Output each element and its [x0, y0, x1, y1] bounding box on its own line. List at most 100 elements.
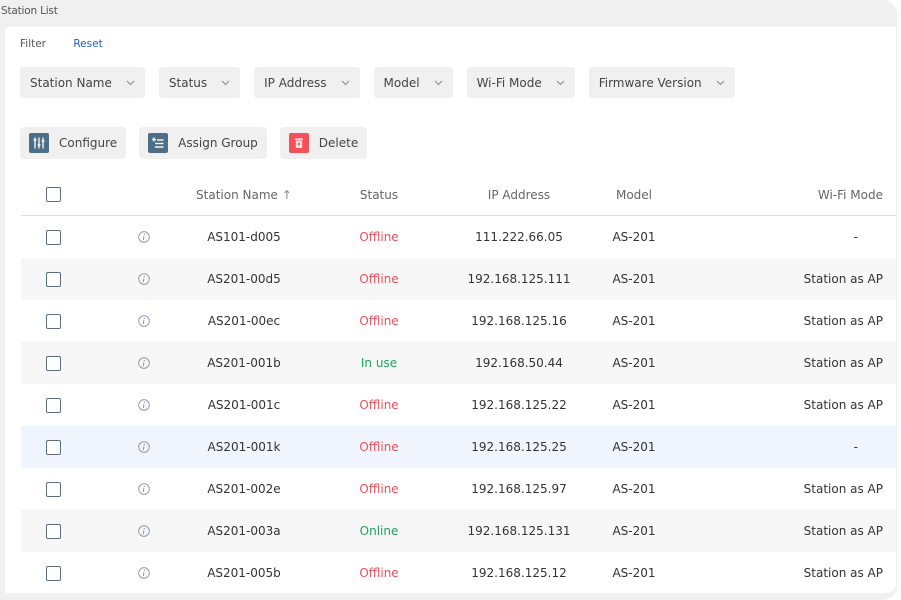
info-icon[interactable]	[138, 525, 150, 537]
info-icon[interactable]	[138, 273, 150, 285]
filter-dropdowns: Station Name Status IP Address Model Wi-…	[20, 67, 749, 98]
table-row[interactable]: AS201-001k Offline 192.168.125.25 AS-201…	[21, 426, 896, 468]
info-icon[interactable]	[138, 567, 150, 579]
row-checkbox[interactable]	[46, 271, 61, 287]
model-cell: AS-201	[612, 524, 656, 538]
station-list-container: Station List Filter Reset Station Name S…	[0, 0, 897, 600]
model-cell: AS-201	[612, 272, 656, 286]
filter-status-dropdown[interactable]: Status	[158, 67, 241, 98]
info-icon[interactable]	[138, 315, 150, 327]
table-row[interactable]: AS201-00ec Offline 192.168.125.16 AS-201…	[21, 300, 896, 342]
model-cell: AS-201	[612, 440, 656, 454]
row-checkbox[interactable]	[46, 313, 61, 329]
status-cell: Offline	[359, 398, 399, 412]
dropdown-label: Firmware Version	[598, 75, 702, 90]
row-checkbox[interactable]	[46, 439, 61, 455]
status-cell: Offline	[359, 272, 399, 286]
wifi-mode-cell: -	[853, 440, 858, 454]
ip-address-cell: 192.168.125.12	[471, 566, 567, 580]
filter-model-dropdown[interactable]: Model	[373, 67, 453, 98]
sliders-icon	[29, 133, 49, 153]
table-header: Station Name ↑ Status IP Address Model Wi…	[21, 174, 896, 216]
filter-wifi-mode-dropdown[interactable]: Wi-Fi Mode	[466, 67, 575, 98]
station-name-cell: AS201-005b	[207, 566, 281, 580]
model-cell: AS-201	[612, 314, 656, 328]
ip-address-cell: 192.168.125.22	[471, 398, 567, 412]
wifi-mode-cell: -	[853, 230, 858, 244]
table-row[interactable]: AS201-00d5 Offline 192.168.125.111 AS-20…	[21, 258, 896, 300]
status-cell: Offline	[359, 566, 399, 580]
table-row[interactable]: AS201-001c Offline 192.168.125.22 AS-201…	[21, 384, 896, 426]
select-all-checkbox[interactable]	[46, 187, 61, 202]
table-row[interactable]: AS201-002e Offline 192.168.125.97 AS-201…	[21, 468, 896, 510]
wifi-mode-cell: Station as AP	[803, 524, 883, 538]
action-toolbar: Configure Assign Group Delete	[20, 127, 380, 159]
trash-icon	[288, 133, 309, 153]
sort-ascending-icon[interactable]: ↑	[282, 188, 292, 202]
chevron-down-icon	[126, 78, 135, 87]
dropdown-label: Wi-Fi Mode	[476, 75, 542, 90]
row-checkbox[interactable]	[46, 397, 61, 413]
chevron-down-icon	[221, 78, 230, 87]
table-row[interactable]: AS201-003a Online 192.168.125.131 AS-201…	[21, 510, 896, 552]
filter-firmware-version-dropdown[interactable]: Firmware Version	[588, 67, 735, 98]
info-icon[interactable]	[138, 483, 150, 495]
ip-address-cell: 111.222.66.05	[475, 230, 563, 244]
station-name-cell: AS201-003a	[207, 524, 281, 538]
delete-button[interactable]: Delete	[279, 127, 368, 159]
row-checkbox[interactable]	[46, 229, 61, 245]
station-name-cell: AS201-002e	[207, 482, 281, 496]
column-header-ip-address[interactable]: IP Address	[439, 188, 599, 202]
model-cell: AS-201	[612, 482, 656, 496]
info-icon[interactable]	[138, 399, 150, 411]
filter-ip-address-dropdown[interactable]: IP Address	[254, 67, 360, 98]
chevron-down-icon	[434, 78, 443, 87]
delete-label: Delete	[318, 136, 359, 150]
assign-group-button[interactable]: Assign Group	[139, 127, 267, 159]
chevron-down-icon	[556, 78, 565, 87]
status-cell: Online	[359, 524, 399, 538]
station-table: Station Name ↑ Status IP Address Model Wi…	[21, 174, 896, 594]
column-header-station-name[interactable]: Station Name ↑	[169, 188, 319, 202]
info-icon[interactable]	[138, 231, 150, 243]
table-body: AS101-d005 Offline 111.222.66.05 AS-201 …	[21, 216, 896, 594]
status-cell: In use	[360, 356, 398, 370]
info-icon[interactable]	[138, 357, 150, 369]
station-name-cell: AS201-00d5	[207, 272, 281, 286]
column-header-wifi-mode[interactable]: Wi-Fi Mode	[669, 188, 896, 202]
row-checkbox[interactable]	[46, 355, 61, 371]
column-header-status[interactable]: Status	[319, 188, 439, 202]
row-checkbox[interactable]	[46, 565, 61, 581]
configure-button[interactable]: Configure	[20, 127, 127, 159]
wifi-mode-cell: Station as AP	[803, 566, 883, 580]
filter-station-name-dropdown[interactable]: Station Name	[20, 67, 145, 98]
info-icon[interactable]	[138, 441, 150, 453]
filter-label: Filter	[20, 38, 47, 50]
model-cell: AS-201	[612, 566, 656, 580]
ip-address-cell: 192.168.125.25	[471, 440, 567, 454]
row-checkbox[interactable]	[46, 523, 61, 539]
table-row[interactable]: AS201-005b Offline 192.168.125.12 AS-201…	[21, 552, 896, 594]
station-name-cell: AS201-00ec	[207, 314, 281, 328]
chevron-down-icon	[716, 78, 725, 87]
table-row[interactable]: AS201-001b In use 192.168.50.44 AS-201 S…	[21, 342, 896, 384]
ip-address-cell: 192.168.125.16	[471, 314, 567, 328]
reset-link[interactable]: Reset	[73, 38, 102, 50]
dropdown-label: Status	[168, 75, 208, 90]
station-name-cell: AS101-d005	[207, 230, 281, 244]
page-title: Station List	[1, 5, 58, 17]
status-cell: Offline	[359, 230, 399, 244]
dropdown-label: IP Address	[264, 75, 327, 90]
status-cell: Offline	[359, 440, 399, 454]
table-row[interactable]: AS101-d005 Offline 111.222.66.05 AS-201 …	[21, 216, 896, 258]
ip-address-cell: 192.168.50.44	[475, 356, 563, 370]
filter-bar: Filter Reset	[20, 38, 103, 50]
ip-address-cell: 192.168.125.97	[471, 482, 567, 496]
wifi-mode-cell: Station as AP	[803, 314, 883, 328]
add-list-icon	[148, 133, 169, 153]
row-checkbox[interactable]	[46, 481, 61, 497]
configure-label: Configure	[59, 136, 118, 150]
column-header-model[interactable]: Model	[599, 188, 669, 202]
assign-group-label: Assign Group	[178, 136, 258, 150]
station-name-cell: AS201-001k	[207, 440, 281, 454]
